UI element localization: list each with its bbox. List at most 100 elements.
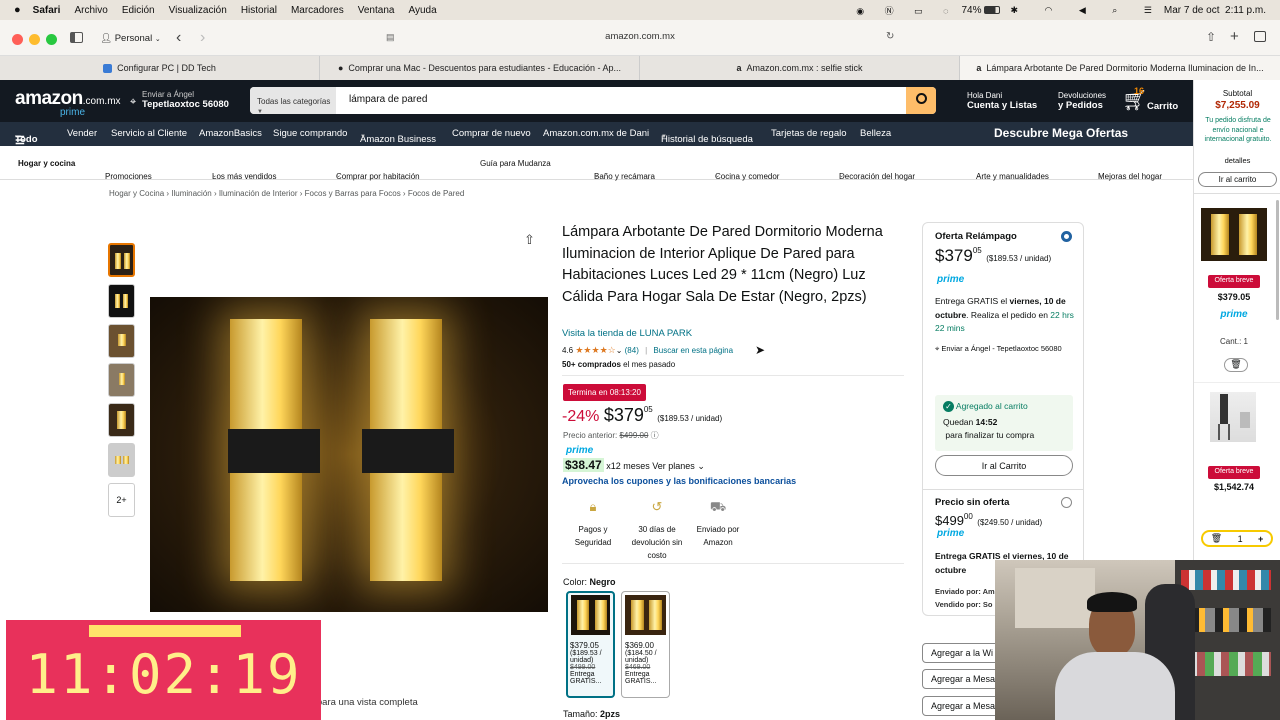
nav-vender[interactable]: Vender bbox=[67, 128, 97, 139]
deal-radio-selected[interactable] bbox=[1061, 231, 1072, 242]
address-bar[interactable]: amazon.com.mx bbox=[560, 31, 720, 42]
cat-hogar-cocina[interactable]: Hogar y cocina bbox=[18, 159, 75, 168]
caret-icon: ⌄ bbox=[594, 173, 600, 179]
sidebar-toggle-icon[interactable] bbox=[70, 32, 83, 43]
trash-icon[interactable]: 🗑︎ bbox=[1211, 533, 1222, 544]
goto-cart-button[interactable]: Ir al carrito bbox=[1198, 172, 1277, 187]
close-window-button[interactable] bbox=[12, 34, 23, 45]
menu-marcadores[interactable]: Marcadores bbox=[291, 5, 344, 16]
apple-icon[interactable]: ● bbox=[14, 4, 21, 16]
share-icon[interactable]: ⇧ bbox=[524, 232, 535, 248]
store-link[interactable]: Visita la tienda de LUNA PARK bbox=[562, 328, 692, 339]
cart-item-image[interactable] bbox=[1201, 208, 1267, 261]
account-menu[interactable]: Hola Dani Cuenta y Listas bbox=[967, 91, 1037, 111]
gallery-thumbnail[interactable] bbox=[108, 284, 135, 318]
ship-to-link[interactable]: ⌖ Enviar a Ángel - Tepetlaoxtoc 56080 bbox=[935, 343, 1075, 354]
deal-option-label[interactable]: Oferta Relámpago bbox=[935, 231, 1017, 242]
details-link[interactable]: detalles bbox=[1194, 156, 1280, 165]
nav-servicio[interactable]: Servicio al Cliente bbox=[111, 128, 187, 139]
chevron-down-icon[interactable]: ⌄ bbox=[616, 346, 623, 355]
tab-active-lampara[interactable]: a Lámpara Arbotante De Pared Dormitorio … bbox=[960, 56, 1280, 80]
menu-visualizacion[interactable]: Visualización bbox=[169, 5, 227, 16]
minimize-window-button[interactable] bbox=[29, 34, 40, 45]
nav-comprar-nuevo[interactable]: Comprar de nuevo bbox=[452, 128, 531, 139]
variant-image bbox=[571, 595, 610, 635]
menu-archivo[interactable]: Archivo bbox=[74, 5, 107, 16]
breadcrumb-item[interactable]: Iluminación bbox=[171, 189, 211, 198]
added-row: ✓ Agregado al carrito bbox=[943, 401, 1065, 412]
main-product-image[interactable] bbox=[150, 297, 548, 612]
tab-overview-icon[interactable] bbox=[1254, 31, 1266, 42]
reload-icon[interactable]: ↻ bbox=[886, 31, 894, 42]
menubar-datetime[interactable]: Mar 7 de oct 2:11 p.m. bbox=[1164, 5, 1266, 16]
caret-down-icon: ▼ bbox=[257, 109, 263, 114]
review-count[interactable]: (84) bbox=[625, 346, 639, 355]
variant-option-selected[interactable]: $379.05 ($189.53 / unidad) $499.00 Entre… bbox=[566, 591, 615, 698]
gallery-thumbnail[interactable] bbox=[108, 443, 135, 477]
page-menu-icon[interactable]: ▤ bbox=[386, 32, 395, 43]
quantity-stepper: 🗑︎ 1 + bbox=[1201, 530, 1273, 547]
returns-orders[interactable]: Devoluciones y Pedidos bbox=[1058, 91, 1106, 111]
no-deal-radio[interactable] bbox=[1061, 497, 1072, 508]
gallery-more-button[interactable]: 2+ bbox=[108, 483, 135, 517]
battery-icon[interactable] bbox=[984, 6, 1001, 14]
gallery-thumbnail[interactable] bbox=[108, 363, 135, 397]
no-deal-option-label[interactable]: Precio sin oferta bbox=[935, 497, 1009, 508]
delete-item-button[interactable]: 🗑︎ bbox=[1224, 358, 1248, 372]
forward-button[interactable]: › bbox=[200, 29, 205, 47]
caret-icon: ⌄ bbox=[976, 173, 982, 179]
tab-apple[interactable]: ● Comprar una Mac - Descuentos para estu… bbox=[320, 56, 640, 80]
menu-ventana[interactable]: Ventana bbox=[358, 5, 395, 16]
gallery-thumbnail[interactable] bbox=[108, 324, 135, 358]
cart-button[interactable]: 🛒︎ 16 Carrito bbox=[1122, 86, 1178, 113]
amazon-logo[interactable]: amazon.com.mx prime bbox=[15, 88, 121, 118]
plus-icon[interactable]: + bbox=[1258, 534, 1263, 544]
search-page-link[interactable]: Buscar en esta página bbox=[653, 346, 733, 355]
info-icon[interactable]: ⓘ bbox=[651, 431, 659, 440]
breadcrumb-item[interactable]: Focos de Pared bbox=[408, 189, 464, 198]
rating-stars[interactable]: ★★★★☆ bbox=[575, 345, 615, 355]
status-icons[interactable]: ◉ Ⓝ ▭ ◌ bbox=[856, 4, 957, 17]
search-input[interactable]: lámpara de pared bbox=[349, 94, 427, 105]
gallery-thumbnail[interactable] bbox=[108, 403, 135, 437]
menu-historial[interactable]: Historial bbox=[241, 5, 277, 16]
breadcrumb-item[interactable]: Focos y Barras para Focos bbox=[305, 189, 401, 198]
amazon-favicon-icon: a bbox=[976, 63, 982, 73]
system-icons[interactable]: ✱ ◠ ◀ ⌕ ☰ bbox=[1010, 5, 1163, 16]
nav-tarjetas[interactable]: Tarjetas de regalo bbox=[771, 128, 847, 139]
cart-item-image[interactable] bbox=[1210, 392, 1256, 442]
menu-ayuda[interactable]: Ayuda bbox=[408, 5, 436, 16]
caret-icon: ⌄ bbox=[336, 173, 342, 179]
variant-option[interactable]: $369.00 ($184.50 / unidad) $469.00 Entre… bbox=[621, 591, 670, 698]
profile-menu[interactable]: 👤︎ Personal ⌄ bbox=[100, 33, 161, 44]
nav-amazon-de-dani[interactable]: Amazon.com.mx de Dani bbox=[543, 128, 649, 139]
nav-promo[interactable]: Descubre Mega Ofertas bbox=[994, 126, 1128, 140]
nav-amazonbasics[interactable]: AmazonBasics bbox=[199, 128, 262, 139]
cat-mudanza[interactable]: Guía para Mudanza bbox=[480, 159, 551, 168]
search-category-select[interactable]: Todas las categorías ▼ bbox=[250, 87, 336, 114]
tab-selfie-stick[interactable]: a Amazon.com.mx : selfie stick bbox=[640, 56, 960, 80]
coupons-link[interactable]: Aprovecha los cupones y las bonificacion… bbox=[562, 476, 796, 486]
new-tab-icon[interactable]: + bbox=[1230, 28, 1239, 45]
goto-cart-button[interactable]: Ir al Carrito bbox=[935, 455, 1073, 476]
menu-app[interactable]: Safari bbox=[33, 5, 61, 16]
breadcrumb-item[interactable]: Iluminación de Interior bbox=[219, 189, 298, 198]
scrollbar[interactable] bbox=[1276, 200, 1279, 320]
deliver-to[interactable]: ⌖ Enviar a Ángel Tepetlaoxtoc 56080 bbox=[130, 90, 229, 110]
share-icon[interactable]: ⇧ bbox=[1206, 30, 1216, 44]
nav-sigue-comprando[interactable]: Sigue comprando bbox=[273, 128, 347, 139]
gallery-thumbnail[interactable] bbox=[108, 243, 135, 277]
back-button[interactable]: ‹ bbox=[176, 29, 181, 47]
rating-value: 4.6 bbox=[562, 346, 574, 355]
tab-ddtech[interactable]: Configurar PC | DD Tech bbox=[0, 56, 320, 80]
variant-price: $369.00 bbox=[625, 641, 654, 650]
search-button[interactable] bbox=[906, 87, 936, 114]
search-category-label: Todas las categorías bbox=[257, 97, 331, 106]
zoom-window-button[interactable] bbox=[46, 34, 57, 45]
previous-price: Precio anterior: $499.00 ⓘ bbox=[563, 430, 659, 441]
prime-badge: prime bbox=[566, 445, 594, 456]
breadcrumb-item[interactable]: Hogar y Cocina bbox=[109, 189, 164, 198]
nav-belleza[interactable]: Belleza bbox=[860, 128, 891, 139]
plans-link[interactable]: Ver planes ⌄ bbox=[652, 461, 705, 471]
menu-edicion[interactable]: Edición bbox=[122, 5, 155, 16]
